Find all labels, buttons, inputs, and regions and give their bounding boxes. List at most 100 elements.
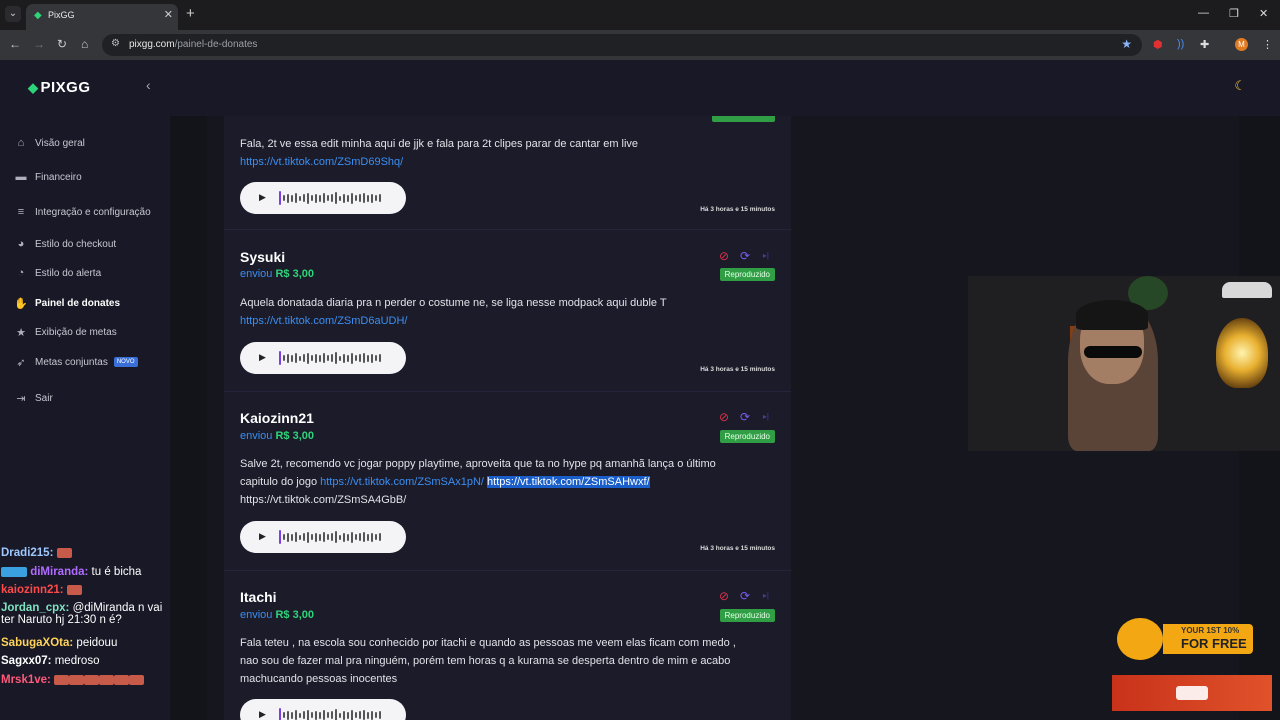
close-tab-icon[interactable]: ✕ [164,8,173,21]
webcam-overlay [968,276,1280,451]
browser-menu-icon[interactable]: ⋮ [1262,38,1273,51]
skip-icon[interactable]: ▸| [763,249,769,263]
donation-actions: ⊘ ⟳ ▸| [715,589,775,603]
skip-icon[interactable]: ▸| [763,589,769,603]
waveform-bar [379,711,381,719]
waveform-bar [295,710,297,720]
donation-message: Aquela donatada diaria pra n perder o co… [240,297,667,327]
close-window-icon[interactable]: ✕ [1259,7,1268,20]
chat-message: kaiozinn21: [1,584,82,596]
forward-icon[interactable]: → [33,37,45,51]
waveform-bar [351,192,353,204]
browser-tab[interactable]: ◆ PixGG ✕ [26,4,178,30]
waveform-bar [283,534,285,540]
chat-user: Sagxx07: [1,655,52,667]
block-icon[interactable]: ⊘ [719,410,729,424]
new-tab-icon[interactable]: + [186,5,195,22]
donation-list: Fala, 2t ve essa edit minha aqui de jjk … [224,116,791,720]
promo-banner: YOUR 1ST 10% FOR FREE [1117,618,1255,660]
play-icon[interactable]: ▶ [259,709,266,720]
waveform-bar [327,195,329,201]
waveform-bar [335,709,337,720]
replay-icon[interactable]: ⟳ [740,410,750,424]
audio-player[interactable]: ▶ [240,342,406,374]
play-icon[interactable]: ▶ [259,531,266,542]
waveform-bar [299,712,301,718]
block-icon[interactable]: ⊘ [719,249,729,263]
collapse-sidebar-icon[interactable]: ‹ [146,77,151,93]
emote-icon [84,674,100,685]
sidebar-item-estilo-checkout[interactable]: ◕ Estilo do checkout [13,235,117,253]
sidebar-item-estilo-alerta[interactable]: ◔ Estilo do alerta [13,264,101,282]
waveform-bar [319,354,321,362]
audio-player[interactable]: ▶ [240,182,406,214]
waveform-bar [331,533,333,541]
audio-player[interactable]: ▶ [240,699,406,720]
waveform-bar [327,534,329,540]
extension-red-icon[interactable]: ⬢ [1153,38,1163,51]
play-icon[interactable]: ▶ [259,352,266,363]
address-bar[interactable]: ⚙ pixgg.com/painel-de-donates ★ [102,34,1142,56]
waveform-bar [299,355,301,361]
donation-link[interactable]: https://vt.tiktok.com/ZSmD6aUDH/ [240,315,407,327]
tab-title: PixGG [48,10,75,20]
waveform-bar [335,192,337,204]
play-icon[interactable]: ▶ [259,192,266,203]
waveform-bar [311,195,313,201]
waveform-bar [379,194,381,202]
waveform-bar [319,194,321,202]
replay-icon[interactable]: ⟳ [740,589,750,603]
waveform-bar [299,534,301,540]
audio-player[interactable]: ▶ [240,521,406,553]
home-icon[interactable]: ⌂ [81,37,88,51]
chat-message: Mrsk1ve: [1,674,145,686]
profile-avatar[interactable]: M [1235,38,1248,51]
extensions-puzzle-icon[interactable]: ✚ [1200,38,1209,51]
site-info-icon[interactable]: ⚙ [111,38,120,49]
waveform-bar [339,534,341,540]
waveform-bar [303,194,305,202]
donation-time: Há 3 horas e 15 minutos [700,206,775,213]
waveform-bar [291,194,293,202]
donor-name: Itachi [240,589,277,605]
waveform-bar [307,531,309,543]
bookmark-star-icon[interactable]: ★ [1121,37,1132,51]
waveform-bar [371,193,373,203]
waveform-bar [315,193,317,203]
waveform-bar [375,195,377,201]
donation-link[interactable]: https://vt.tiktok.com/ZSmD69Shq/ [240,156,403,168]
sidebar-item-visao-geral[interactable]: ⌂ Visão geral [13,134,85,152]
minimize-icon[interactable]: — [1198,7,1209,19]
palette-icon: ◕ [17,238,25,250]
waveform-bar [375,712,377,718]
back-icon[interactable]: ← [9,37,21,51]
reload-icon[interactable]: ↻ [57,37,67,51]
chat-message: Jordan_cpx: @diMiranda n vai ter Naruto … [1,602,163,626]
waveform-bar [359,533,361,541]
replay-icon[interactable]: ⟳ [740,249,750,263]
rocket-icon: ➶ [16,356,26,369]
audio-waveform[interactable] [279,351,395,365]
status-badge [712,116,775,122]
extension-cast-icon[interactable]: )) [1177,38,1184,50]
waveform-bar [355,355,357,361]
audio-waveform[interactable] [279,191,395,205]
audio-waveform[interactable] [279,708,395,720]
theme-toggle-moon-icon[interactable]: ☾ [1234,78,1246,94]
sidebar-item-painel-donates[interactable]: ✋ Painel de donates [13,294,120,312]
donation-link-selected[interactable]: https://vt.tiktok.com/ZSmSAHwxf/ [487,476,650,488]
sidebar-item-sair[interactable]: ⇥ Sair [13,389,52,407]
block-icon[interactable]: ⊘ [719,589,729,603]
chat-message: Dradi215: [1,547,72,559]
skip-icon[interactable]: ▸| [763,410,769,424]
restore-icon[interactable]: ❐ [1229,7,1239,20]
audio-waveform[interactable] [279,530,395,544]
sidebar-item-exibicao-metas[interactable]: ★ Exibição de metas [13,323,117,341]
pixgg-logo[interactable]: ◆ PIXGG [28,79,91,96]
donation-link[interactable]: https://vt.tiktok.com/ZSmSAx1pN/ [320,476,484,488]
sidebar-item-metas-conjuntas[interactable]: ➶ Metas conjuntas NOVO [13,353,138,371]
waveform-bar [343,353,345,363]
sidebar-item-financeiro[interactable]: ▬ Financeiro [13,168,82,186]
tab-search-dropdown-icon[interactable]: ⌄ [5,6,21,22]
sidebar-item-integracao[interactable]: ≡ Integração e configuração [13,203,151,221]
